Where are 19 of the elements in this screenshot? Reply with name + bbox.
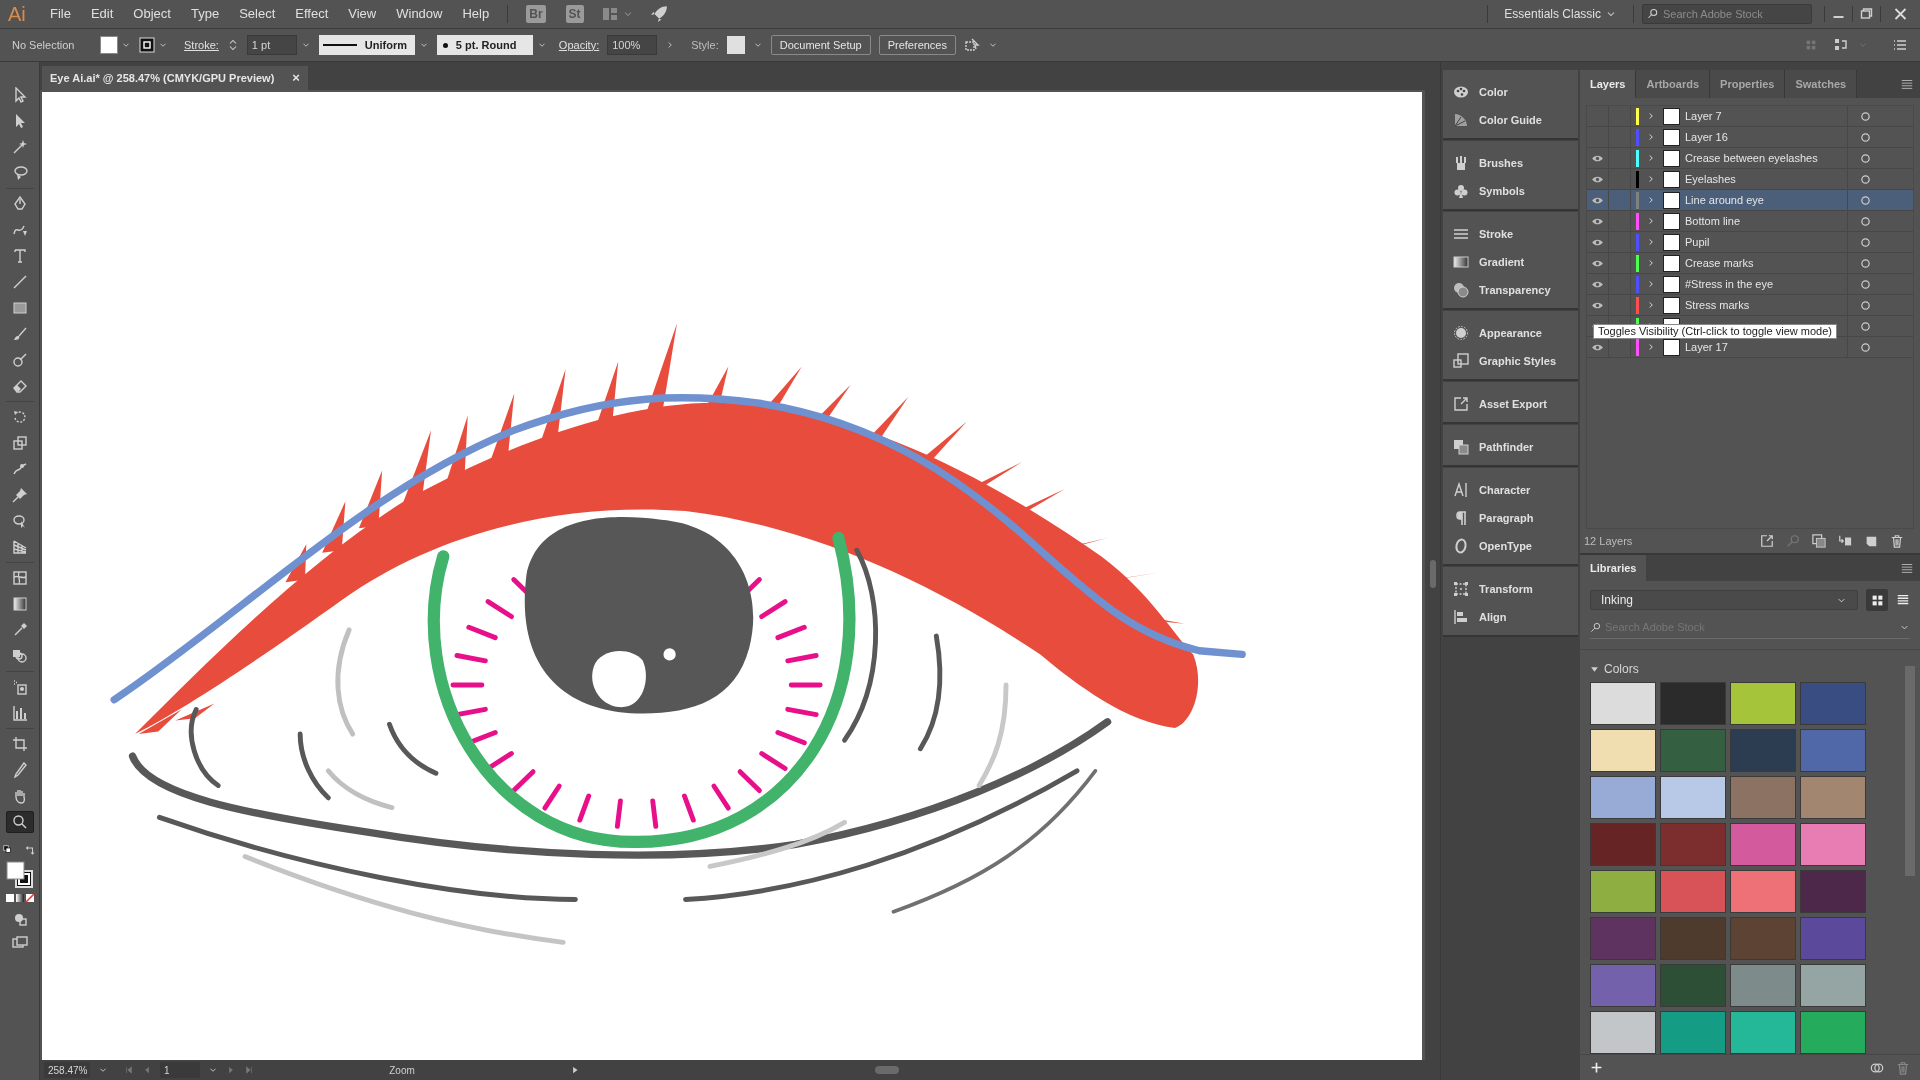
layer-name: Line around eye [1685,192,1765,208]
tooltip: Toggles Visibility (Ctrl-click to toggle view mode) [1593,324,1837,339]
layer-name: Bottom line [1685,213,1742,229]
layer-name: #Stress in the eye [1685,276,1775,292]
layer-name: Eyelashes [1685,171,1737,187]
layer-name: Layer 7 [1685,108,1723,124]
layer-count: 12 Layers [1584,533,1633,549]
app-logo: Ai [7,2,27,27]
layer-name: Layer 16 [1685,129,1729,145]
current-tool-label: Zoom [388,1063,416,1078]
layer-name: Crease marks [1685,255,1755,271]
layer-name: Crease between eyelashes [1685,150,1819,166]
stroke-label: Stroke: [184,37,219,53]
layer-name: Pupil [1685,234,1711,250]
selection-status: No Selection [11,37,76,53]
layer-name: Layer 17 [1685,339,1729,355]
style-label: Style: [691,37,719,53]
opacity-label: Opacity: [558,37,600,53]
layer-name: Stress marks [1685,297,1751,313]
